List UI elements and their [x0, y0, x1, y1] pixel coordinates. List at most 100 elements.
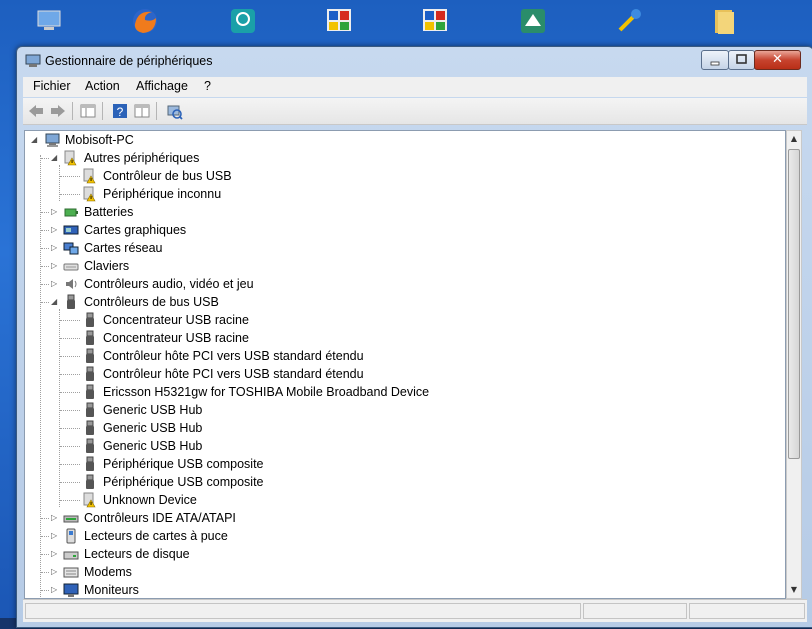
tree-group-label: Lecteurs de cartes à puce [84, 529, 228, 543]
scroll-up-icon[interactable]: ▲ [787, 131, 801, 147]
scan-hardware-icon[interactable] [165, 102, 183, 120]
warning-device-icon [64, 150, 77, 166]
toolbar: ? [23, 98, 807, 125]
help-icon[interactable]: ? [111, 102, 129, 120]
expand-arrow-icon[interactable]: ▷ [51, 279, 61, 289]
minimize-icon [710, 61, 720, 66]
tree-guide-line [60, 320, 80, 321]
tree-group-label: Cartes graphiques [84, 223, 187, 237]
folder-desktop-icon[interactable] [704, 4, 744, 44]
installer-desktop-icon-2[interactable] [414, 4, 454, 44]
display-adapter-icon [63, 225, 79, 235]
device-manager-icon [25, 54, 41, 67]
tree-root-label: Mobisoft-PC [65, 133, 134, 147]
tree-group-label: Claviers [84, 259, 130, 273]
tree-guide-line [41, 554, 49, 555]
usb-icon [86, 348, 94, 363]
close-button[interactable]: ✕ [754, 50, 801, 70]
menu-bar: Fichier Action Affichage ? [23, 77, 807, 97]
network-adapter-icon [63, 242, 79, 255]
tree-item-label: Generic USB Hub [103, 403, 203, 417]
usb-icon [86, 420, 94, 435]
details-view-icon[interactable] [133, 102, 151, 120]
tree-group-moniteurs[interactable] [25, 581, 785, 598]
menu-fichier[interactable]: Fichier [33, 79, 71, 93]
tree-guide-line [41, 302, 49, 303]
scroll-down-icon[interactable]: ▼ [787, 582, 801, 598]
tree-guide-line [60, 500, 80, 501]
expand-arrow-icon[interactable]: ▷ [51, 585, 61, 595]
toolbar-separator [102, 102, 103, 120]
properties-grid-icon[interactable] [79, 102, 97, 120]
tree-group-label: Contrôleurs de bus USB [84, 295, 219, 309]
status-panel [25, 603, 581, 619]
network-app-desktop-icon[interactable] [512, 4, 552, 44]
tree-root[interactable]: ◢ Mobisoft-PC [25, 131, 785, 149]
expand-arrow-icon[interactable]: ▷ [51, 531, 61, 541]
minimize-button[interactable] [701, 50, 729, 70]
expand-arrow-icon[interactable]: ▷ [51, 567, 61, 577]
usb-icon [86, 456, 94, 471]
status-panel [583, 603, 687, 619]
expand-arrow-icon[interactable]: ▷ [51, 549, 61, 559]
computer-desktop-icon[interactable] [28, 4, 68, 44]
status-bar [23, 599, 807, 622]
device-manager-window: Gestionnaire de périphériques ✕ Fichier … [16, 46, 812, 628]
installer-desktop-icon[interactable] [318, 4, 358, 44]
expand-arrow-icon[interactable]: ▷ [51, 207, 61, 217]
tree-group-label: Contrôleurs audio, vidéo et jeu [84, 277, 254, 291]
expand-arrow-icon[interactable]: ▷ [51, 225, 61, 235]
menu-affichage[interactable]: Affichage [136, 79, 188, 93]
tree-item-label: Contrôleur de bus USB [103, 169, 232, 183]
warning-device-icon [83, 168, 96, 184]
tree-item-label: Unknown Device [103, 493, 197, 507]
tree-item-label: Contrôleur hôte PCI vers USB standard ét… [103, 349, 364, 363]
tree-group-label: Autres périphériques [84, 151, 200, 165]
tree-guide-line [41, 158, 49, 159]
disk-drive-icon [63, 551, 79, 560]
tree-group-label: Cartes réseau [84, 241, 163, 255]
tree-group-label: Modems [84, 565, 132, 579]
tree-guide-line [60, 356, 80, 357]
tree-guide-line [41, 230, 49, 231]
vertical-scrollbar[interactable]: ▲ ▼ [786, 130, 802, 599]
tree-item-label: Ericsson H5321gw for TOSHIBA Mobile Broa… [103, 385, 430, 399]
usb-icon [86, 312, 94, 327]
shield-app-desktop-icon[interactable] [222, 4, 262, 44]
window-title: Gestionnaire de périphériques [45, 54, 213, 68]
forward-arrow-icon[interactable] [49, 102, 67, 120]
expand-arrow-icon[interactable]: ▷ [51, 261, 61, 271]
menu-action[interactable]: Action [85, 79, 120, 93]
shortcut-desktop-icon[interactable] [608, 4, 648, 44]
scroll-thumb[interactable] [788, 149, 800, 459]
tree-item-label: Concentrateur USB racine [103, 331, 249, 345]
svg-text:?: ? [117, 105, 124, 119]
tree-group-modems[interactable] [25, 563, 785, 581]
usb-icon [86, 438, 94, 453]
tree-guide-line [41, 212, 49, 213]
tree-guide-line [60, 338, 80, 339]
usb-icon [86, 366, 94, 381]
expand-arrow-icon[interactable]: ▷ [51, 513, 61, 523]
monitor-icon [63, 583, 79, 597]
tree-group-claviers[interactable] [25, 257, 785, 275]
usb-icon [86, 402, 94, 417]
tree-guide-line [41, 536, 49, 537]
title-bar[interactable]: Gestionnaire de périphériques ✕ [17, 47, 812, 75]
smart-card-reader-icon [66, 528, 76, 544]
device-tree[interactable]: ◢ Mobisoft-PC ◢ Autres périphériques Contr… [24, 130, 786, 599]
collapse-arrow-icon[interactable]: ◢ [51, 153, 61, 163]
tree-guide-line [41, 266, 49, 267]
tree-item-label: Périphérique USB composite [103, 457, 264, 471]
firefox-desktop-icon[interactable] [124, 4, 164, 44]
expand-arrow-icon[interactable]: ▷ [51, 243, 61, 253]
tree-group-batteries[interactable] [25, 203, 785, 221]
tree-guide-line [60, 374, 80, 375]
tree-item-label: Generic USB Hub [103, 439, 203, 453]
tree-guide-line [41, 518, 49, 519]
maximize-button[interactable] [728, 50, 755, 70]
collapse-arrow-icon[interactable]: ◢ [31, 135, 41, 145]
back-arrow-icon[interactable] [27, 102, 45, 120]
menu-help[interactable]: ? [204, 79, 211, 93]
collapse-arrow-icon[interactable]: ◢ [51, 297, 61, 307]
